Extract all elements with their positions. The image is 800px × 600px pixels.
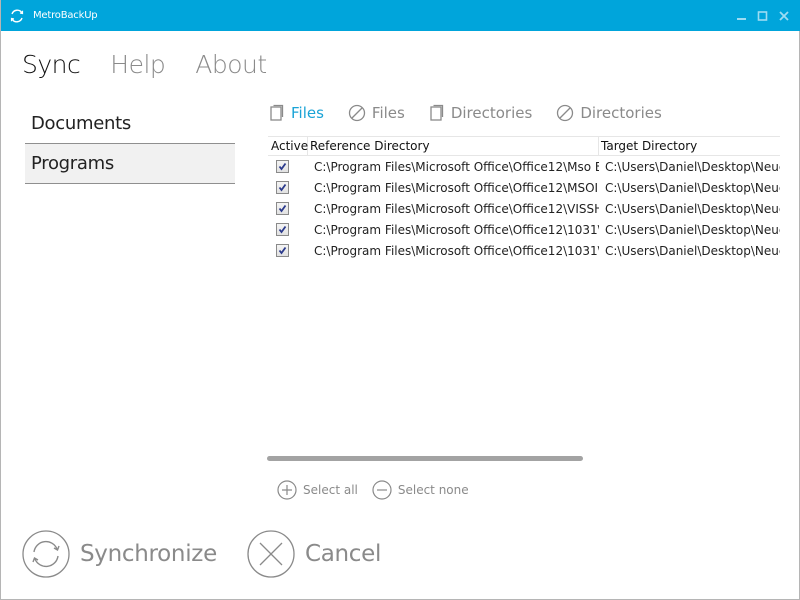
- exclude-icon: [348, 104, 366, 122]
- active-cell: [268, 244, 308, 257]
- tab-exclude-files-label: Files: [371, 104, 405, 122]
- title-bar[interactable]: MetroBackUp: [1, 0, 800, 31]
- tab-exclude-directories[interactable]: Directories: [556, 104, 662, 122]
- synchronize-label: Synchronize: [80, 541, 217, 567]
- select-all-button[interactable]: Select all: [277, 480, 358, 500]
- table-row[interactable]: C:\Program Files\Microsoft Office\Office…: [268, 177, 780, 198]
- target-directory-cell: C:\Users\Daniel\Desktop\Neue: [605, 159, 780, 174]
- grid-header: Active Reference Directory Target Direct…: [268, 136, 780, 156]
- job-item-programs[interactable]: Programs: [25, 144, 235, 184]
- bottom-actions: Synchronize Cancel: [22, 530, 411, 578]
- active-cell: [268, 202, 308, 215]
- tab-include-directories-label: Directories: [450, 104, 533, 122]
- active-cell: [268, 223, 308, 236]
- reference-directory-cell: C:\Program Files\Microsoft Office\Office…: [314, 180, 599, 195]
- tab-exclude-directories-label: Directories: [580, 104, 662, 122]
- checkmark-icon: [278, 225, 287, 234]
- tab-include-files-label: Files: [291, 104, 324, 122]
- active-checkbox[interactable]: [276, 202, 289, 215]
- column-header-target[interactable]: Target Directory: [599, 137, 780, 155]
- checkmark-icon: [278, 183, 287, 192]
- job-item-documents[interactable]: Documents: [25, 104, 235, 144]
- minimize-icon[interactable]: [735, 9, 749, 23]
- app-window: MetroBackUp Sync Help About Documents Pr…: [0, 0, 800, 600]
- target-directory-cell: C:\Users\Daniel\Desktop\Neue: [605, 201, 780, 216]
- selection-actions: Select all Select none: [277, 480, 483, 500]
- checkmark-icon: [278, 162, 287, 171]
- filter-tabs: Files Files Directories Directories: [269, 104, 686, 122]
- plus-circle-icon: [277, 480, 297, 500]
- main-nav: Sync Help About: [22, 50, 297, 79]
- active-checkbox[interactable]: [276, 244, 289, 257]
- close-circle-icon: [247, 530, 295, 578]
- select-none-button[interactable]: Select none: [372, 480, 469, 500]
- window-title: MetroBackUp: [33, 10, 98, 21]
- nav-help[interactable]: Help: [110, 50, 166, 79]
- horizontal-scrollbar[interactable]: [267, 456, 583, 461]
- checkmark-icon: [278, 246, 287, 255]
- table-row[interactable]: C:\Program Files\Microsoft Office\Office…: [268, 219, 780, 240]
- table-row[interactable]: C:\Program Files\Microsoft Office\Office…: [268, 156, 780, 177]
- tab-include-files[interactable]: Files: [269, 104, 324, 122]
- nav-sync[interactable]: Sync: [22, 50, 81, 79]
- cancel-button[interactable]: Cancel: [247, 530, 381, 578]
- sync-icon: [22, 530, 70, 578]
- select-all-label: Select all: [303, 483, 358, 497]
- active-checkbox[interactable]: [276, 160, 289, 173]
- files-grid: Active Reference Directory Target Direct…: [268, 136, 780, 436]
- active-checkbox[interactable]: [276, 181, 289, 194]
- tab-exclude-files[interactable]: Files: [348, 104, 405, 122]
- target-directory-cell: C:\Users\Daniel\Desktop\Neue: [605, 243, 780, 258]
- file-icon: [270, 104, 284, 121]
- table-row[interactable]: C:\Program Files\Microsoft Office\Office…: [268, 240, 780, 261]
- table-row[interactable]: C:\Program Files\Microsoft Office\Office…: [268, 198, 780, 219]
- tab-include-directories[interactable]: Directories: [429, 104, 532, 122]
- active-cell: [268, 181, 308, 194]
- maximize-icon[interactable]: [756, 9, 770, 23]
- active-cell: [268, 160, 308, 173]
- reference-directory-cell: C:\Program Files\Microsoft Office\Office…: [314, 243, 599, 258]
- reference-directory-cell: C:\Program Files\Microsoft Office\Office…: [314, 159, 599, 174]
- active-checkbox[interactable]: [276, 223, 289, 236]
- cancel-label: Cancel: [304, 541, 382, 567]
- job-list: Documents Programs: [25, 104, 235, 184]
- select-none-label: Select none: [397, 483, 469, 497]
- exclude-icon: [557, 104, 574, 122]
- column-header-reference[interactable]: Reference Directory: [308, 137, 599, 155]
- file-icon: [430, 104, 443, 121]
- target-directory-cell: C:\Users\Daniel\Desktop\Neue: [605, 180, 780, 195]
- synchronize-button[interactable]: Synchronize: [22, 530, 217, 578]
- nav-about[interactable]: About: [195, 50, 267, 79]
- minus-circle-icon: [372, 480, 392, 500]
- target-directory-cell: C:\Users\Daniel\Desktop\Neue: [605, 222, 780, 237]
- sync-logo-icon: [10, 9, 24, 23]
- close-icon[interactable]: [777, 9, 791, 23]
- reference-directory-cell: C:\Program Files\Microsoft Office\Office…: [314, 222, 599, 237]
- checkmark-icon: [278, 204, 287, 213]
- reference-directory-cell: C:\Program Files\Microsoft Office\Office…: [314, 201, 599, 216]
- column-header-active[interactable]: Active: [268, 137, 308, 155]
- grid-body: C:\Program Files\Microsoft Office\Office…: [268, 156, 780, 261]
